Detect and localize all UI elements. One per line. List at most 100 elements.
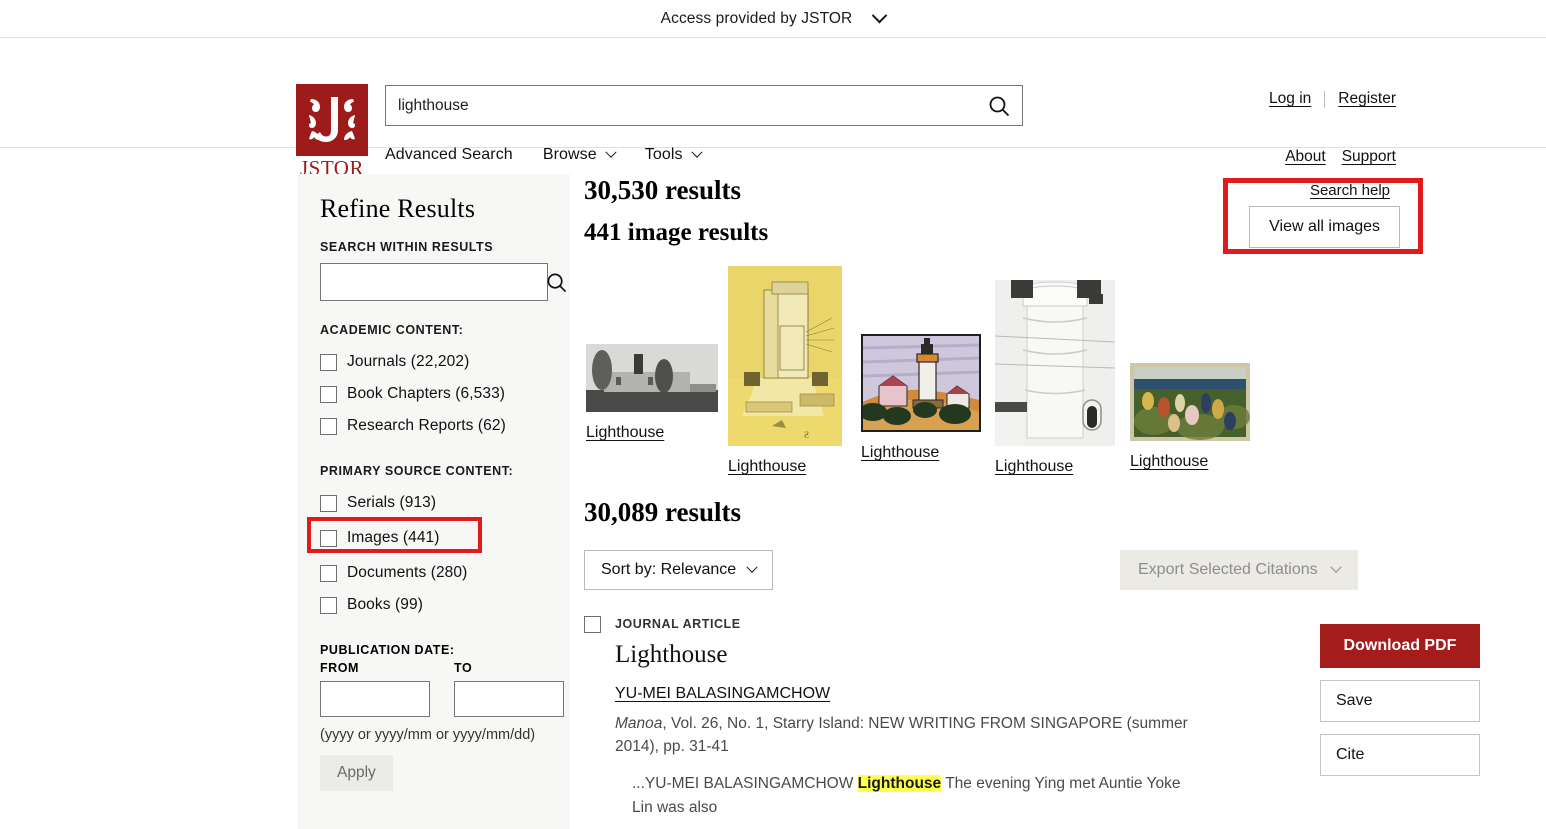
results-main: Search help 30,530 results 441 image res… bbox=[584, 174, 1480, 819]
facet-book-chapters-label: Book Chapters (6,533) bbox=[347, 385, 506, 402]
date-to-input[interactable] bbox=[454, 681, 564, 717]
thumbnail-image-5 bbox=[1130, 363, 1250, 442]
result-title[interactable]: Lighthouse bbox=[615, 641, 1426, 669]
thumbnail-image-4 bbox=[995, 280, 1115, 447]
site-header: JSTOR Advanced Search Browse Tools Log i… bbox=[0, 38, 1546, 179]
facet-research-reports[interactable]: Research Reports (62) bbox=[320, 410, 548, 442]
result-actions: Download PDF Save Cite bbox=[1320, 624, 1480, 777]
checkbox-serials[interactable] bbox=[320, 494, 337, 512]
result-item-header: JOURNAL ARTICLE bbox=[584, 616, 1426, 634]
search-help-link[interactable]: Search help bbox=[1310, 182, 1390, 199]
search-icon bbox=[989, 96, 1010, 116]
apply-date-button[interactable]: Apply bbox=[320, 755, 393, 791]
facet-serials[interactable]: Serials (913) bbox=[320, 487, 548, 519]
sort-by-dropdown[interactable]: Sort by: Relevance bbox=[584, 550, 774, 591]
result-select-checkbox[interactable] bbox=[584, 616, 601, 634]
refine-results-title: Refine Results bbox=[320, 194, 476, 223]
checkbox-journals[interactable] bbox=[320, 353, 337, 371]
academic-content-facet: ACADEMIC CONTENT: Journals (22,202) Book… bbox=[320, 323, 548, 442]
search-within-results-label: SEARCH WITHIN RESULTS bbox=[320, 240, 494, 254]
facet-journals[interactable]: Journals (22,202) bbox=[320, 346, 548, 378]
main-search-box[interactable] bbox=[385, 85, 1023, 126]
thumbnail-caption-3[interactable]: Lighthouse bbox=[861, 444, 981, 462]
export-citations-dropdown[interactable]: Export Selected Citations bbox=[1120, 550, 1358, 591]
jstor-logo-mark bbox=[296, 84, 368, 156]
snippet-highlight-term: Lighthouse bbox=[857, 775, 942, 793]
thumbnail-caption-2[interactable]: Lighthouse bbox=[728, 458, 842, 476]
thumbnail-caption-4[interactable]: Lighthouse bbox=[995, 458, 1115, 476]
image-thumbnail-5[interactable]: Lighthouse bbox=[1130, 363, 1250, 471]
primary-source-facet: PRIMARY SOURCE CONTENT: Serials (913) Im… bbox=[307, 464, 548, 621]
view-all-images-wrap: View all images bbox=[1223, 178, 1424, 254]
checkbox-research-reports[interactable] bbox=[320, 417, 337, 435]
utility-divider bbox=[1324, 90, 1326, 108]
snippet-before: ...YU-MEI BALASINGAMCHOW bbox=[632, 775, 858, 793]
checkbox-images[interactable] bbox=[320, 529, 337, 547]
register-link[interactable]: Register bbox=[1338, 90, 1396, 108]
result-item: JOURNAL ARTICLE Lighthouse YU-MEI BALASI… bbox=[584, 616, 1480, 819]
search-icon bbox=[547, 273, 567, 292]
access-provider-label: Access provided by JSTOR bbox=[660, 9, 853, 27]
login-link[interactable]: Log in bbox=[1269, 90, 1311, 108]
svg-text:Ƨ: Ƨ bbox=[804, 430, 809, 440]
result-citation-detail: , Vol. 26, No. 1, Starry Island: NEW WRI… bbox=[615, 715, 1188, 755]
date-from-input[interactable] bbox=[320, 681, 430, 717]
checkbox-books[interactable] bbox=[320, 596, 337, 614]
facet-journals-label: Journals (22,202) bbox=[347, 353, 470, 370]
checkbox-documents[interactable] bbox=[320, 564, 337, 582]
result-snippet: ...YU-MEI BALASINGAMCHOW Lighthouse The … bbox=[632, 772, 1202, 819]
results-count-secondary: 30,089 results bbox=[584, 497, 742, 528]
thumbnail-image-3 bbox=[861, 334, 981, 433]
date-from-label: FROM bbox=[320, 661, 359, 675]
checkbox-book-chapters[interactable] bbox=[320, 385, 337, 403]
thumbnail-caption-1[interactable]: Lighthouse bbox=[586, 424, 718, 442]
cite-button[interactable]: Cite bbox=[1320, 734, 1480, 777]
thumbnail-image-1 bbox=[586, 344, 718, 413]
chevron-down-icon bbox=[872, 7, 888, 24]
facet-book-chapters[interactable]: Book Chapters (6,533) bbox=[320, 378, 548, 410]
search-input[interactable] bbox=[386, 86, 976, 125]
refine-results-sidebar: Refine Results SEARCH WITHIN RESULTS ACA… bbox=[298, 174, 570, 829]
page-body: Refine Results SEARCH WITHIN RESULTS ACA… bbox=[0, 148, 1546, 829]
facet-documents[interactable]: Documents (280) bbox=[320, 557, 548, 589]
result-metadata: Manoa, Vol. 26, No. 1, Starry Island: NE… bbox=[615, 713, 1215, 758]
search-within-results-input[interactable] bbox=[321, 264, 540, 300]
export-citations-label: Export Selected Citations bbox=[1138, 561, 1318, 579]
chevron-down-icon bbox=[1329, 561, 1342, 574]
access-bar: Access provided by JSTOR bbox=[0, 0, 1546, 38]
download-pdf-button[interactable]: Download PDF bbox=[1320, 624, 1480, 669]
results-toolbar: Sort by: Relevance Export Selected Citat… bbox=[584, 550, 1426, 591]
facet-books[interactable]: Books (99) bbox=[320, 589, 548, 621]
save-button[interactable]: Save bbox=[1320, 680, 1480, 723]
publication-date-facet: PUBLICATION DATE: FROM TO (yyyy or yyyy/… bbox=[320, 643, 564, 791]
image-thumbnail-3[interactable]: Lighthouse bbox=[861, 334, 981, 462]
image-results-strip: Lighthouse Ƨ Lighthouse Lighthouse Light… bbox=[584, 266, 1426, 481]
facet-serials-label: Serials (913) bbox=[347, 494, 437, 511]
result-type-label: JOURNAL ARTICLE bbox=[615, 617, 741, 632]
facet-documents-label: Documents (280) bbox=[347, 564, 468, 581]
sort-by-label: Sort by: Relevance bbox=[601, 561, 737, 579]
access-provider-dropdown[interactable]: Access provided by JSTOR bbox=[660, 7, 888, 28]
thumbnail-image-2: Ƨ bbox=[728, 266, 842, 447]
search-within-results-button[interactable] bbox=[540, 264, 573, 300]
primary-source-content-label: PRIMARY SOURCE CONTENT: bbox=[320, 464, 514, 478]
image-thumbnail-1[interactable]: Lighthouse bbox=[586, 344, 718, 442]
date-to-label: TO bbox=[454, 661, 473, 675]
publication-date-label: PUBLICATION DATE: bbox=[320, 643, 455, 657]
image-thumbnail-2[interactable]: Ƨ Lighthouse bbox=[728, 266, 842, 476]
chevron-down-icon bbox=[746, 561, 758, 574]
facet-images[interactable]: Images (441) bbox=[307, 517, 548, 554]
view-all-images-button[interactable]: View all images bbox=[1249, 206, 1400, 248]
academic-content-label: ACADEMIC CONTENT: bbox=[320, 323, 464, 337]
search-submit-button[interactable] bbox=[976, 86, 1022, 125]
utility-nav-top: Log in Register bbox=[1269, 90, 1396, 108]
thumbnail-caption-5[interactable]: Lighthouse bbox=[1130, 453, 1250, 471]
search-within-results-box[interactable] bbox=[320, 263, 567, 301]
facet-books-label: Books (99) bbox=[347, 596, 423, 613]
facet-images-label: Images (441) bbox=[347, 529, 440, 546]
facet-research-reports-label: Research Reports (62) bbox=[347, 417, 506, 434]
result-author-link[interactable]: YU-MEI BALASINGAMCHOW bbox=[615, 685, 1426, 703]
results-count: 30,530 results bbox=[584, 175, 742, 205]
result-journal-name: Manoa bbox=[615, 715, 663, 733]
image-thumbnail-4[interactable]: Lighthouse bbox=[995, 280, 1115, 476]
